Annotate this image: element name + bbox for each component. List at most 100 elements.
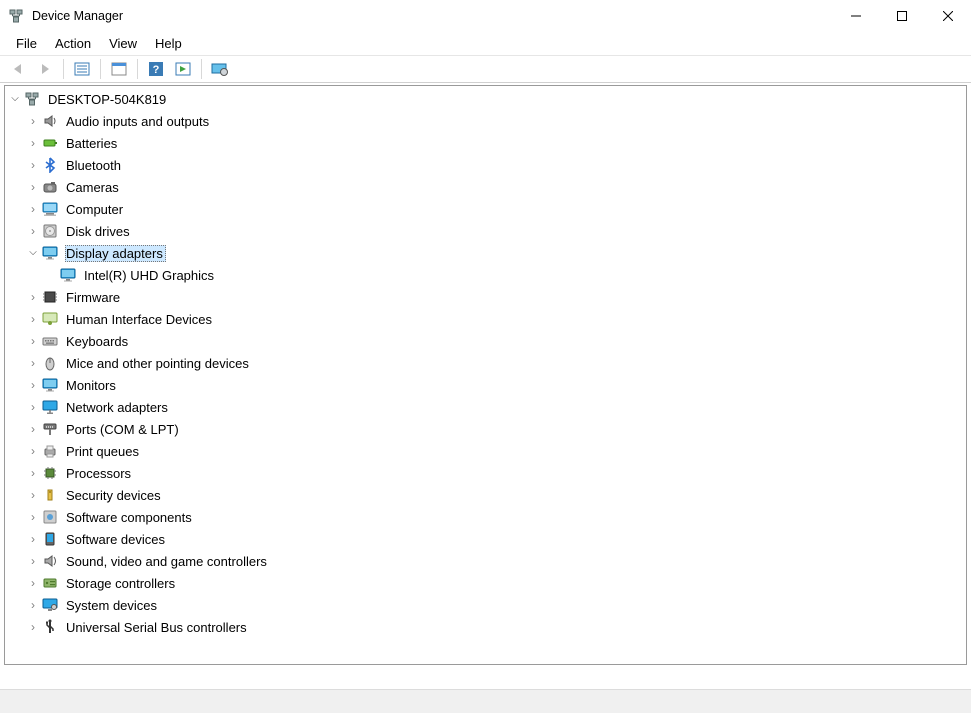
tree-expander[interactable] bbox=[25, 289, 41, 305]
tree-expander[interactable] bbox=[25, 135, 41, 151]
tree-expander[interactable] bbox=[25, 487, 41, 503]
toolbar-separator bbox=[63, 59, 64, 79]
camera-icon bbox=[41, 178, 59, 196]
toolbar-back-button[interactable] bbox=[6, 58, 30, 80]
tree-node[interactable]: Keyboards bbox=[7, 330, 966, 352]
tree-expander[interactable] bbox=[25, 509, 41, 525]
toolbar-forward-button[interactable] bbox=[33, 58, 57, 80]
tree-node[interactable]: Software devices bbox=[7, 528, 966, 550]
disk-icon bbox=[41, 222, 59, 240]
menu-help[interactable]: Help bbox=[147, 34, 190, 53]
tree-node[interactable]: Bluetooth bbox=[7, 154, 966, 176]
tree-label: Network adapters bbox=[65, 399, 171, 416]
menubar: File Action View Help bbox=[0, 32, 971, 55]
tree-expander[interactable] bbox=[25, 619, 41, 635]
close-button[interactable] bbox=[925, 1, 971, 31]
tree-node[interactable]: Storage controllers bbox=[7, 572, 966, 594]
tree-expander[interactable] bbox=[25, 179, 41, 195]
tree-node[interactable]: Ports (COM & LPT) bbox=[7, 418, 966, 440]
storage-icon bbox=[41, 574, 59, 592]
tree-label: Monitors bbox=[65, 377, 119, 394]
monitor-icon bbox=[41, 376, 59, 394]
tree-node[interactable]: System devices bbox=[7, 594, 966, 616]
sound-icon bbox=[41, 552, 59, 570]
tree-expander[interactable] bbox=[25, 553, 41, 569]
toolbar-separator bbox=[201, 59, 202, 79]
device-tree-panel: DESKTOP-504K819 Audio inputs and outputs… bbox=[4, 85, 967, 665]
tree-label: Firmware bbox=[65, 289, 123, 306]
tree-expander[interactable] bbox=[25, 597, 41, 613]
cpu-icon bbox=[41, 464, 59, 482]
tree-expander[interactable] bbox=[25, 245, 41, 261]
tree-expander[interactable] bbox=[25, 575, 41, 591]
tree-node[interactable]: Monitors bbox=[7, 374, 966, 396]
toolbar-show-hidden-button[interactable] bbox=[70, 58, 94, 80]
battery-icon bbox=[41, 134, 59, 152]
menu-action[interactable]: Action bbox=[47, 34, 99, 53]
tree-expander[interactable] bbox=[25, 113, 41, 129]
tree-node[interactable]: Security devices bbox=[7, 484, 966, 506]
tree-expander[interactable] bbox=[43, 267, 59, 283]
menu-view[interactable]: View bbox=[101, 34, 145, 53]
tree-node[interactable]: Mice and other pointing devices bbox=[7, 352, 966, 374]
tree-expander[interactable] bbox=[25, 443, 41, 459]
tree-node[interactable]: Disk drives bbox=[7, 220, 966, 242]
tree-expander[interactable] bbox=[25, 377, 41, 393]
toolbar-help-button[interactable]: ? bbox=[144, 58, 168, 80]
tree-label: Print queues bbox=[65, 443, 142, 460]
tree-node[interactable]: Display adapters bbox=[7, 242, 966, 264]
tree-expander[interactable] bbox=[25, 223, 41, 239]
tree-node[interactable]: DESKTOP-504K819 bbox=[7, 88, 966, 110]
tree-node[interactable]: Firmware bbox=[7, 286, 966, 308]
tree-node[interactable]: Universal Serial Bus controllers bbox=[7, 616, 966, 638]
speaker-icon bbox=[41, 112, 59, 130]
tree-node[interactable]: Intel(R) UHD Graphics bbox=[7, 264, 966, 286]
tree-node[interactable]: Cameras bbox=[7, 176, 966, 198]
tree-node[interactable]: Network adapters bbox=[7, 396, 966, 418]
printer-icon bbox=[41, 442, 59, 460]
mouse-icon bbox=[41, 354, 59, 372]
tree-label: Computer bbox=[65, 201, 126, 218]
toolbar-scan-button[interactable] bbox=[171, 58, 195, 80]
tree-node[interactable]: Computer bbox=[7, 198, 966, 220]
tree-expander[interactable] bbox=[25, 333, 41, 349]
tree-node[interactable]: Human Interface Devices bbox=[7, 308, 966, 330]
toolbar-properties-button[interactable] bbox=[107, 58, 131, 80]
usb-icon bbox=[41, 618, 59, 636]
maximize-button[interactable] bbox=[879, 1, 925, 31]
tree-label: Software components bbox=[65, 509, 195, 526]
tree-expander[interactable] bbox=[25, 465, 41, 481]
minimize-button[interactable] bbox=[833, 1, 879, 31]
tree-node[interactable]: Batteries bbox=[7, 132, 966, 154]
software-dev-icon bbox=[41, 530, 59, 548]
tree-node[interactable]: Audio inputs and outputs bbox=[7, 110, 966, 132]
tree-expander[interactable] bbox=[25, 421, 41, 437]
tree-expander[interactable] bbox=[25, 399, 41, 415]
system-icon bbox=[41, 596, 59, 614]
tree-expander[interactable] bbox=[25, 531, 41, 547]
tree-node[interactable]: Print queues bbox=[7, 440, 966, 462]
tree-expander[interactable] bbox=[25, 311, 41, 327]
computer-icon bbox=[41, 200, 59, 218]
tree-expander[interactable] bbox=[7, 91, 23, 107]
tree-expander[interactable] bbox=[25, 201, 41, 217]
tree-label: Mice and other pointing devices bbox=[65, 355, 252, 372]
device-tree[interactable]: DESKTOP-504K819 Audio inputs and outputs… bbox=[5, 86, 966, 638]
hid-icon bbox=[41, 310, 59, 328]
tree-expander[interactable] bbox=[25, 157, 41, 173]
toolbar-devices-by-type-button[interactable] bbox=[208, 58, 232, 80]
tree-expander[interactable] bbox=[25, 355, 41, 371]
tree-node[interactable]: Processors bbox=[7, 462, 966, 484]
toolbar: ? bbox=[0, 55, 971, 83]
tree-label: Security devices bbox=[65, 487, 164, 504]
window-title: Device Manager bbox=[32, 9, 123, 23]
tree-label: DESKTOP-504K819 bbox=[47, 91, 169, 108]
display-icon bbox=[59, 266, 77, 284]
menu-file[interactable]: File bbox=[8, 34, 45, 53]
tree-node[interactable]: Sound, video and game controllers bbox=[7, 550, 966, 572]
keyboard-icon bbox=[41, 332, 59, 350]
computer-root-icon bbox=[23, 90, 41, 108]
tree-node[interactable]: Software components bbox=[7, 506, 966, 528]
bluetooth-icon bbox=[41, 156, 59, 174]
tree-label: Disk drives bbox=[65, 223, 133, 240]
